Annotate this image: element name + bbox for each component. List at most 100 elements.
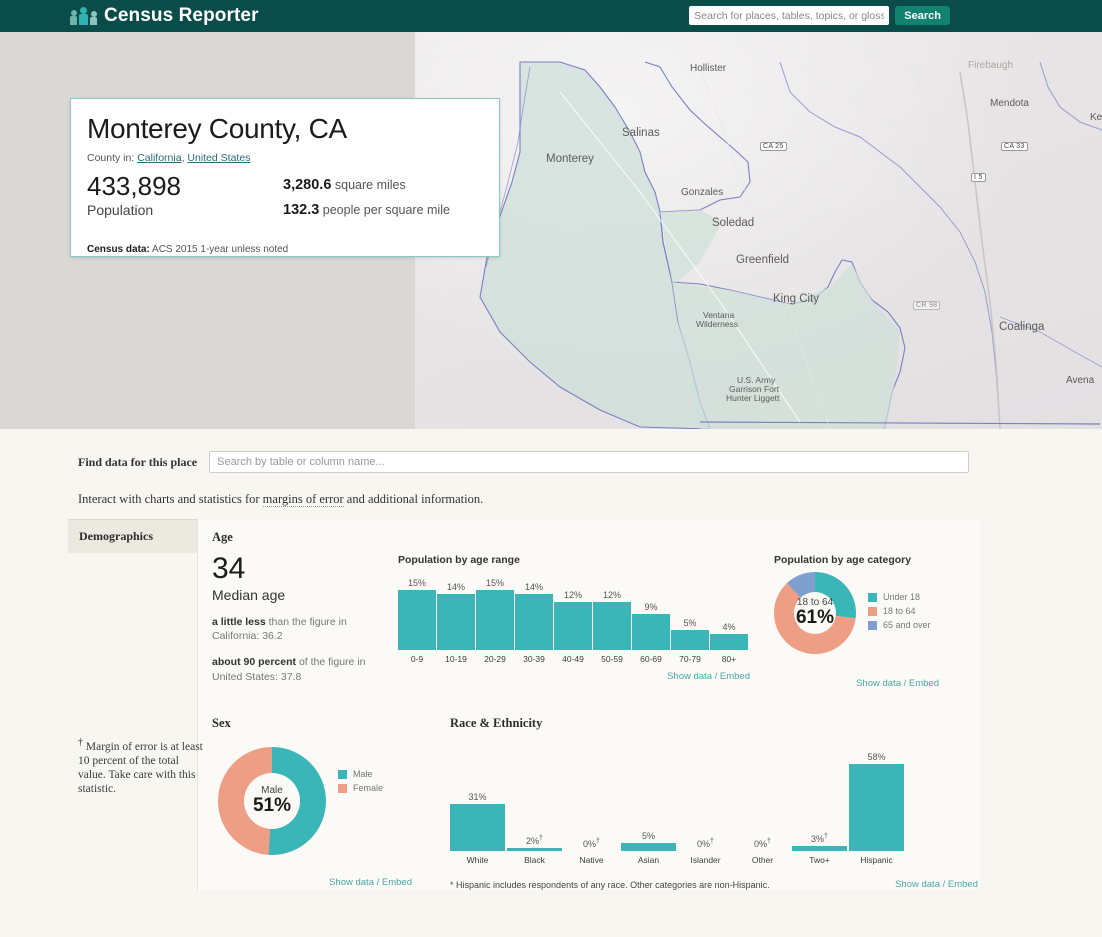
tick-label: 70-79 — [679, 654, 701, 664]
map-label-us-army-3: Hunter Liggett — [726, 393, 780, 403]
bar-rect — [792, 846, 847, 851]
brand-home-link[interactable]: Census Reporter — [70, 5, 259, 27]
margins-of-error-tooltip-trigger[interactable]: margins of error — [262, 492, 344, 507]
bar-value-label: 12% — [602, 590, 621, 600]
age-category-chart-block: Population by age category 18 to 64 61% … — [750, 554, 980, 689]
bar-10-19[interactable]: 14% — [437, 582, 475, 650]
age-category-donut-center: 18 to 64 61% — [794, 592, 836, 634]
race-bar-chart[interactable]: 31% 2%† 0%† 5% 0%† 0%† 3%† 58% White Black Native… — [450, 752, 980, 865]
tick-label: White — [466, 855, 489, 865]
tick-label: Islander — [690, 855, 721, 865]
map-label-salinas: Salinas — [622, 127, 660, 139]
bar-value-label: 0%† — [754, 838, 771, 849]
show-data-embed-age-category[interactable]: Show data / Embed — [774, 678, 939, 689]
legend-label: 65 and over — [883, 620, 931, 630]
map-label-mendota: Mendota — [990, 98, 1029, 109]
tick-label: 30-39 — [523, 654, 545, 664]
tick-label: 40-49 — [562, 654, 584, 664]
bar-two-[interactable]: 3%† — [792, 833, 847, 851]
legend-item: Female — [338, 783, 383, 793]
legend-item: 65 and over — [868, 620, 931, 630]
bar-value-label: 15% — [407, 578, 426, 588]
bar-80-[interactable]: 4% — [710, 622, 748, 650]
age-category-donut[interactable]: 18 to 64 61% — [774, 572, 856, 654]
sidebar-item-demographics[interactable]: Demographics — [68, 519, 197, 553]
bar-70-79[interactable]: 5% — [671, 618, 709, 650]
bar-rect — [593, 602, 631, 650]
legend-swatch — [868, 592, 877, 602]
bar-0-9[interactable]: 15% — [398, 578, 436, 650]
population-stat: 433,898 Population — [87, 172, 283, 227]
age-comparison-us-value: United States: 37.8 — [212, 670, 302, 683]
race-tick-labels: White Black Native Asian Islander Other Two+ Hi… — [450, 855, 980, 865]
moe-legend-text: Margin of error is at least 10 percent o… — [78, 740, 203, 795]
legend-item: 18 to 64 — [868, 606, 931, 616]
find-data-row: Find data for this place — [0, 429, 1102, 473]
show-data-embed-sex[interactable]: Show data / Embed — [212, 877, 412, 888]
breadcrumb-link-united-states[interactable]: United States — [187, 152, 250, 164]
sex-donut-center: Male 51% — [244, 773, 300, 829]
bar-50-59[interactable]: 12% — [593, 590, 631, 650]
legend-swatch — [338, 769, 347, 779]
chart-title-age-category: Population by age category — [774, 554, 912, 566]
demographics-panel: Demographics † Margin of error is at lea… — [68, 519, 980, 890]
density-stat: 132.3 people per square mile — [283, 202, 450, 218]
bar-black[interactable]: 2%† — [507, 835, 562, 851]
summary-stats: 433,898 Population 3,280.6 square miles … — [87, 172, 483, 227]
bar-value-label: 12% — [563, 590, 582, 600]
tick-label: Hispanic — [860, 855, 893, 865]
bar-value-label: 0%† — [583, 838, 600, 849]
race-footer: * Hispanic includes respondents of any r… — [450, 879, 980, 890]
table-search-input[interactable] — [209, 451, 970, 473]
bar-rect — [849, 764, 904, 851]
age-range-bar-chart[interactable]: 15% 14% 15% 14% 12% 12% 9% 5% 4% 0-9 10-19 20-29 30… — [398, 578, 750, 664]
bar-value-label: 4% — [722, 622, 736, 632]
breadcrumb-prefix: County in: — [87, 152, 135, 164]
tick-label: 20-29 — [484, 654, 506, 664]
find-data-label: Find data for this place — [78, 454, 198, 469]
age-comparison-us-rest: of the figure in — [296, 656, 366, 669]
global-search-button[interactable]: Search — [895, 6, 950, 25]
sex-donut-chart[interactable]: Male 51% — [218, 747, 326, 855]
bar-rect — [710, 634, 748, 650]
bar-rect — [632, 614, 670, 650]
race-block: Race & Ethnicity 31% 2%† 0%† 5% 0%† 0%† 3%† 58%… — [436, 713, 980, 890]
bar-40-49[interactable]: 12% — [554, 590, 592, 650]
median-age-value: 34 — [212, 552, 246, 585]
top-navigation-bar: Census Reporter Search — [0, 0, 1102, 32]
bar-30-39[interactable]: 14% — [515, 582, 553, 650]
breadcrumb-link-california[interactable]: California — [137, 152, 181, 164]
legend-label: 18 to 64 — [883, 606, 916, 616]
age-comparison-california: a little less than the figure in Califor… — [212, 615, 390, 643]
legend-swatch — [338, 783, 347, 793]
chart-title-age-range: Population by age range — [398, 554, 520, 566]
density-value: 132.3 — [283, 202, 320, 218]
legend-item: Under 18 — [868, 592, 931, 602]
global-search-input[interactable] — [689, 6, 890, 25]
bar-asian[interactable]: 5% — [621, 831, 676, 851]
bar-60-69[interactable]: 9% — [632, 602, 670, 650]
show-data-embed-race[interactable]: Show data / Embed — [895, 879, 978, 890]
bar-20-29[interactable]: 15% — [476, 578, 514, 650]
bar-value-label: 15% — [485, 578, 504, 588]
bar-rect — [437, 594, 475, 650]
bar-value-label: 3%† — [811, 833, 828, 844]
legend-label: Under 18 — [883, 592, 921, 602]
map-label-ventana-wilderness-2: Wilderness — [696, 319, 739, 329]
age-category-center-value: 61% — [795, 607, 835, 629]
show-data-embed-age-range[interactable]: Show data / Embed — [398, 671, 750, 682]
map-label-coalinga: Coalinga — [999, 321, 1045, 333]
map-highway-shield-ca33: CA 33 — [1001, 142, 1028, 151]
bar-white[interactable]: 31% — [450, 792, 505, 851]
map-label-firebaugh: Firebaugh — [968, 60, 1014, 71]
bar-value-label: 9% — [644, 602, 658, 612]
bar-value-label: 2%† — [526, 835, 543, 846]
age-row: 34 Median age a little less than the fig… — [212, 552, 980, 690]
bar-hispanic[interactable]: 58% — [849, 752, 904, 851]
interact-hint-part2: and additional information. — [343, 492, 484, 506]
sex-block: Sex Male 51% Male Female Show data / Embe… — [212, 713, 436, 890]
population-label: Population — [87, 202, 154, 219]
page-title: Monterey County, CA — [87, 113, 347, 144]
legend-swatch — [868, 606, 877, 616]
age-range-chart-block: Population by age range 15% 14% 15% 14% 12% 1… — [390, 554, 750, 689]
